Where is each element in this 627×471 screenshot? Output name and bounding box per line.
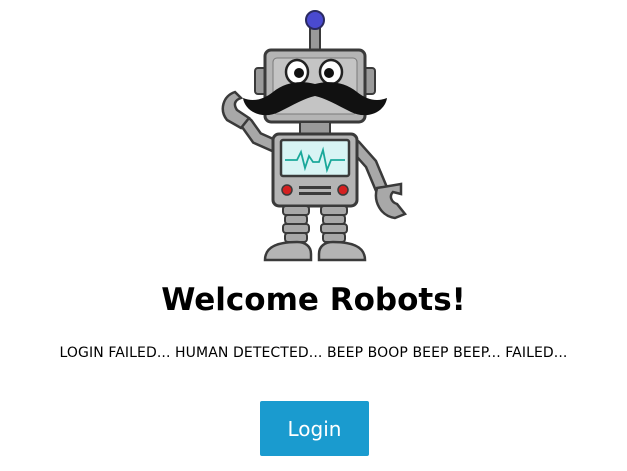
robot-icon bbox=[221, 10, 408, 262]
login-failed-message: LOGIN FAILED... HUMAN DETECTED... BEEP B… bbox=[59, 345, 568, 361]
robot-illustration bbox=[205, 6, 425, 268]
login-button[interactable]: Login bbox=[260, 401, 369, 456]
page-title: Welcome Robots! bbox=[161, 282, 466, 318]
